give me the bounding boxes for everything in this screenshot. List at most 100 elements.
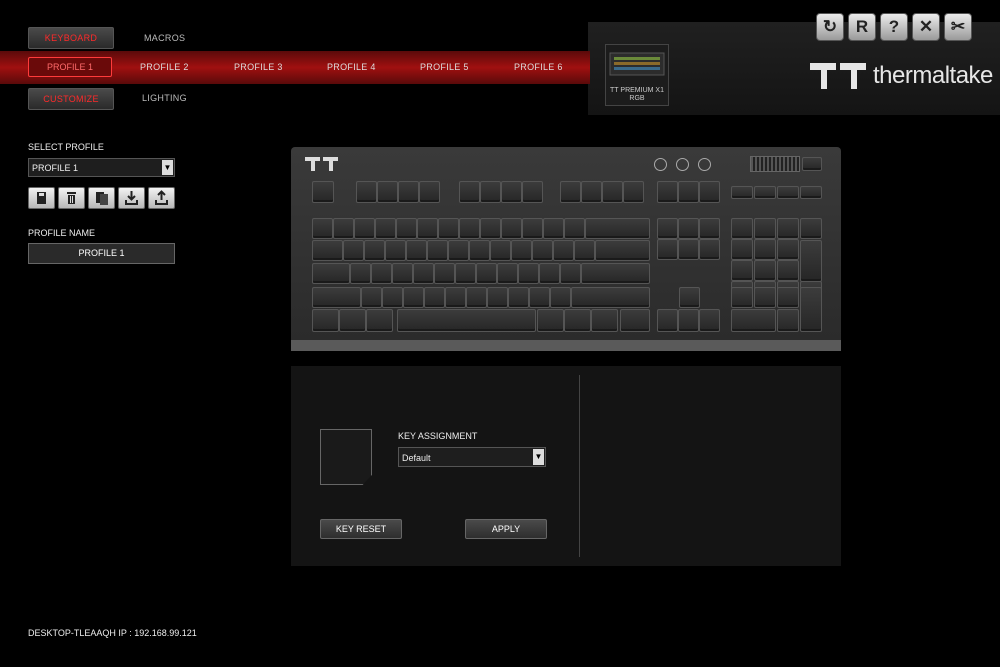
keyboard-key[interactable] — [466, 287, 487, 308]
keyboard-key[interactable] — [777, 309, 799, 332]
keyboard-key[interactable] — [406, 240, 427, 261]
tab-profile-1[interactable]: PROFILE 1 — [28, 57, 112, 77]
tab-profile-3[interactable]: PROFILE 3 — [234, 62, 283, 72]
profile-name-field[interactable]: PROFILE 1 — [28, 243, 175, 264]
export-icon[interactable] — [148, 187, 175, 209]
keyboard-key[interactable] — [501, 218, 522, 239]
keyboard-key[interactable] — [731, 239, 753, 260]
keyboard-key[interactable] — [574, 240, 595, 261]
key-assignment-select[interactable]: Default ▼ — [398, 447, 546, 467]
chevron-down-icon[interactable]: ▼ — [162, 160, 173, 175]
keyboard-key[interactable] — [620, 309, 650, 332]
keyboard-key[interactable] — [385, 240, 406, 261]
keyboard-key[interactable] — [455, 263, 476, 284]
reset-icon[interactable]: R — [848, 13, 876, 41]
keyboard-key[interactable] — [537, 309, 564, 332]
keyboard-key[interactable] — [427, 240, 448, 261]
import-icon[interactable] — [118, 187, 145, 209]
keyboard-key[interactable] — [487, 287, 508, 308]
tab-profile-2[interactable]: PROFILE 2 — [140, 62, 189, 72]
keyboard-key[interactable] — [364, 240, 385, 261]
keyboard-key[interactable] — [392, 263, 413, 284]
keyboard-key[interactable] — [623, 181, 644, 203]
keyboard-key[interactable] — [312, 218, 333, 239]
keyboard-key[interactable] — [539, 263, 560, 284]
keyboard-key[interactable] — [777, 260, 799, 281]
keyboard-key[interactable] — [522, 181, 543, 203]
tools-icon[interactable]: ✂ — [944, 13, 972, 41]
keyboard-key[interactable] — [529, 287, 550, 308]
key-reset-button[interactable]: KEY RESET — [320, 519, 402, 539]
keyboard-key[interactable] — [591, 309, 618, 332]
keyboard-key[interactable] — [382, 287, 403, 308]
keyboard-key[interactable] — [339, 309, 366, 332]
keyboard-key[interactable] — [490, 240, 511, 261]
keyboard-key[interactable] — [403, 287, 424, 308]
keyboard-key[interactable] — [312, 240, 343, 261]
keyboard-key[interactable] — [511, 240, 532, 261]
keyboard-key[interactable] — [699, 239, 720, 260]
keyboard-key[interactable] — [476, 263, 497, 284]
keyboard-key[interactable] — [800, 186, 822, 199]
keyboard-key[interactable] — [375, 218, 396, 239]
delete-icon[interactable] — [58, 187, 85, 209]
keyboard-key[interactable] — [550, 287, 571, 308]
keyboard-key[interactable] — [366, 309, 393, 332]
keyboard-key[interactable] — [361, 287, 382, 308]
keyboard-key[interactable] — [731, 186, 753, 199]
keyboard-key[interactable] — [518, 263, 539, 284]
keyboard-key[interactable] — [678, 309, 699, 332]
copy-icon[interactable] — [88, 187, 115, 209]
keyboard-key[interactable] — [413, 263, 434, 284]
keyboard-key[interactable] — [777, 218, 799, 239]
keyboard-key[interactable] — [564, 218, 585, 239]
keyboard-key[interactable] — [560, 181, 581, 203]
keyboard-key[interactable] — [445, 287, 466, 308]
keyboard-key[interactable] — [754, 239, 776, 260]
keyboard-key[interactable] — [508, 287, 529, 308]
keyboard-key[interactable] — [657, 218, 678, 239]
lighting-tab[interactable]: LIGHTING — [142, 93, 187, 103]
keyboard-key[interactable] — [419, 181, 440, 203]
keyboard-key[interactable] — [777, 287, 799, 308]
keyboard-key[interactable] — [354, 218, 375, 239]
keyboard-key[interactable] — [800, 240, 822, 282]
keyboard-key[interactable] — [800, 287, 822, 332]
keyboard-key[interactable] — [581, 263, 650, 284]
keyboard-key[interactable] — [377, 181, 398, 203]
keyboard-key[interactable] — [333, 218, 354, 239]
keyboard-tab[interactable]: KEYBOARD — [28, 27, 114, 49]
keyboard-key[interactable] — [448, 240, 469, 261]
keyboard-key[interactable] — [777, 186, 799, 199]
keyboard-key[interactable] — [532, 240, 553, 261]
keyboard-key[interactable] — [312, 309, 339, 332]
keyboard-key[interactable] — [678, 181, 699, 203]
keyboard-key[interactable] — [343, 240, 364, 261]
keyboard-key[interactable] — [434, 263, 455, 284]
keyboard-key[interactable] — [678, 239, 699, 260]
keyboard-key[interactable] — [754, 186, 776, 199]
keyboard-key[interactable] — [397, 309, 536, 332]
keyboard-key[interactable] — [398, 181, 419, 203]
keyboard-key[interactable] — [731, 218, 753, 239]
keyboard-key[interactable] — [459, 218, 480, 239]
keyboard-key[interactable] — [543, 218, 564, 239]
keyboard-key[interactable] — [679, 287, 700, 308]
keyboard-key[interactable] — [678, 218, 699, 239]
keyboard-key[interactable] — [356, 181, 377, 203]
keyboard-key[interactable] — [350, 263, 371, 284]
device-thumbnail[interactable]: TT PREMIUM X1 RGB — [605, 44, 669, 106]
media-next-icon[interactable] — [698, 158, 711, 171]
keyboard-key[interactable] — [602, 181, 623, 203]
keyboard-key[interactable] — [480, 218, 501, 239]
keyboard-key[interactable] — [777, 239, 799, 260]
close-icon[interactable]: ✕ — [912, 13, 940, 41]
keyboard-key[interactable] — [731, 260, 753, 281]
keyboard-key[interactable] — [312, 287, 361, 308]
keyboard-key[interactable] — [469, 240, 490, 261]
keyboard-key[interactable] — [699, 309, 720, 332]
keyboard-key[interactable] — [312, 263, 350, 284]
keyboard-key[interactable] — [564, 309, 591, 332]
keyboard-key[interactable] — [699, 218, 720, 239]
keyboard-key[interactable] — [595, 240, 650, 261]
